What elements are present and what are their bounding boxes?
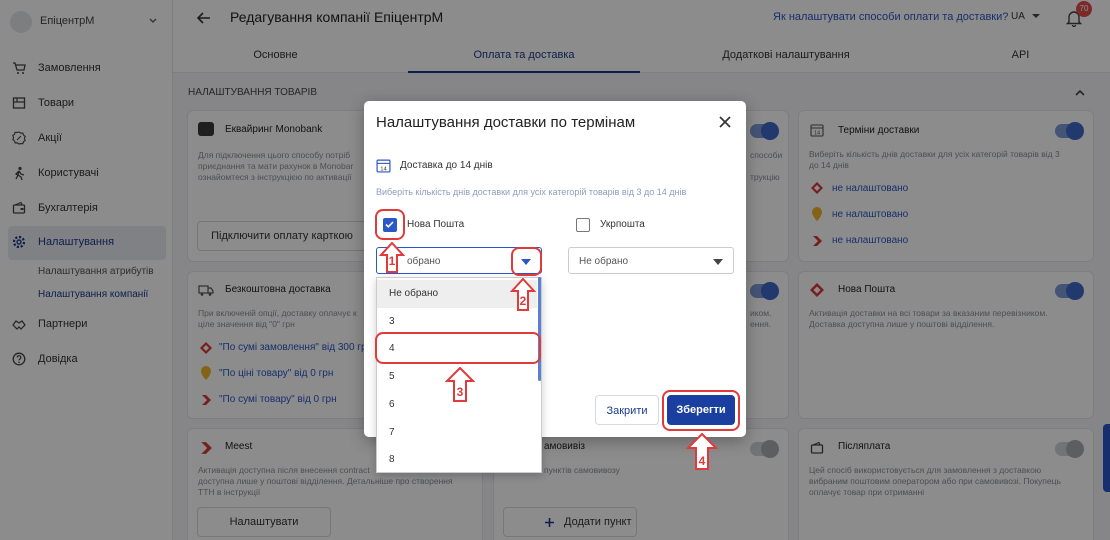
annotation-highlight-3 [375,332,541,364]
close-button[interactable]: Закрити [595,395,659,425]
annotation-highlight-2 [511,247,542,276]
select-value: обрано [407,256,441,267]
dialog-subtitle: Доставка до 14 днів [400,160,493,171]
dialog-title: Налаштування доставки по термінам [376,114,636,131]
dropdown-option[interactable]: 8 [377,446,537,472]
dialog-hint: Виберіть кількість днів доставки для усі… [376,187,687,197]
ukrposhta-checkbox[interactable] [576,218,590,232]
annotation-highlight-1 [375,209,405,240]
calendar-icon: 14 [376,159,391,173]
caret-down-icon[interactable] [713,259,723,265]
svg-text:14: 14 [380,166,387,172]
dropdown-scrollbar[interactable] [538,277,541,381]
annotation-number: 2 [519,294,527,308]
ukrposhta-label: Укрпошта [600,219,645,230]
select-value: Не обрано [579,256,629,267]
annotation-number: 4 [698,454,706,468]
annotation-number: 3 [456,385,464,399]
annotation-highlight-4 [662,390,740,431]
ukrposhta-days-select[interactable]: Не обрано [568,247,734,274]
nova-poshta-label: Нова Пошта [407,219,465,230]
annotation-number: 1 [388,254,396,268]
close-icon[interactable] [718,115,732,129]
dropdown-option[interactable]: 7 [377,419,537,447]
